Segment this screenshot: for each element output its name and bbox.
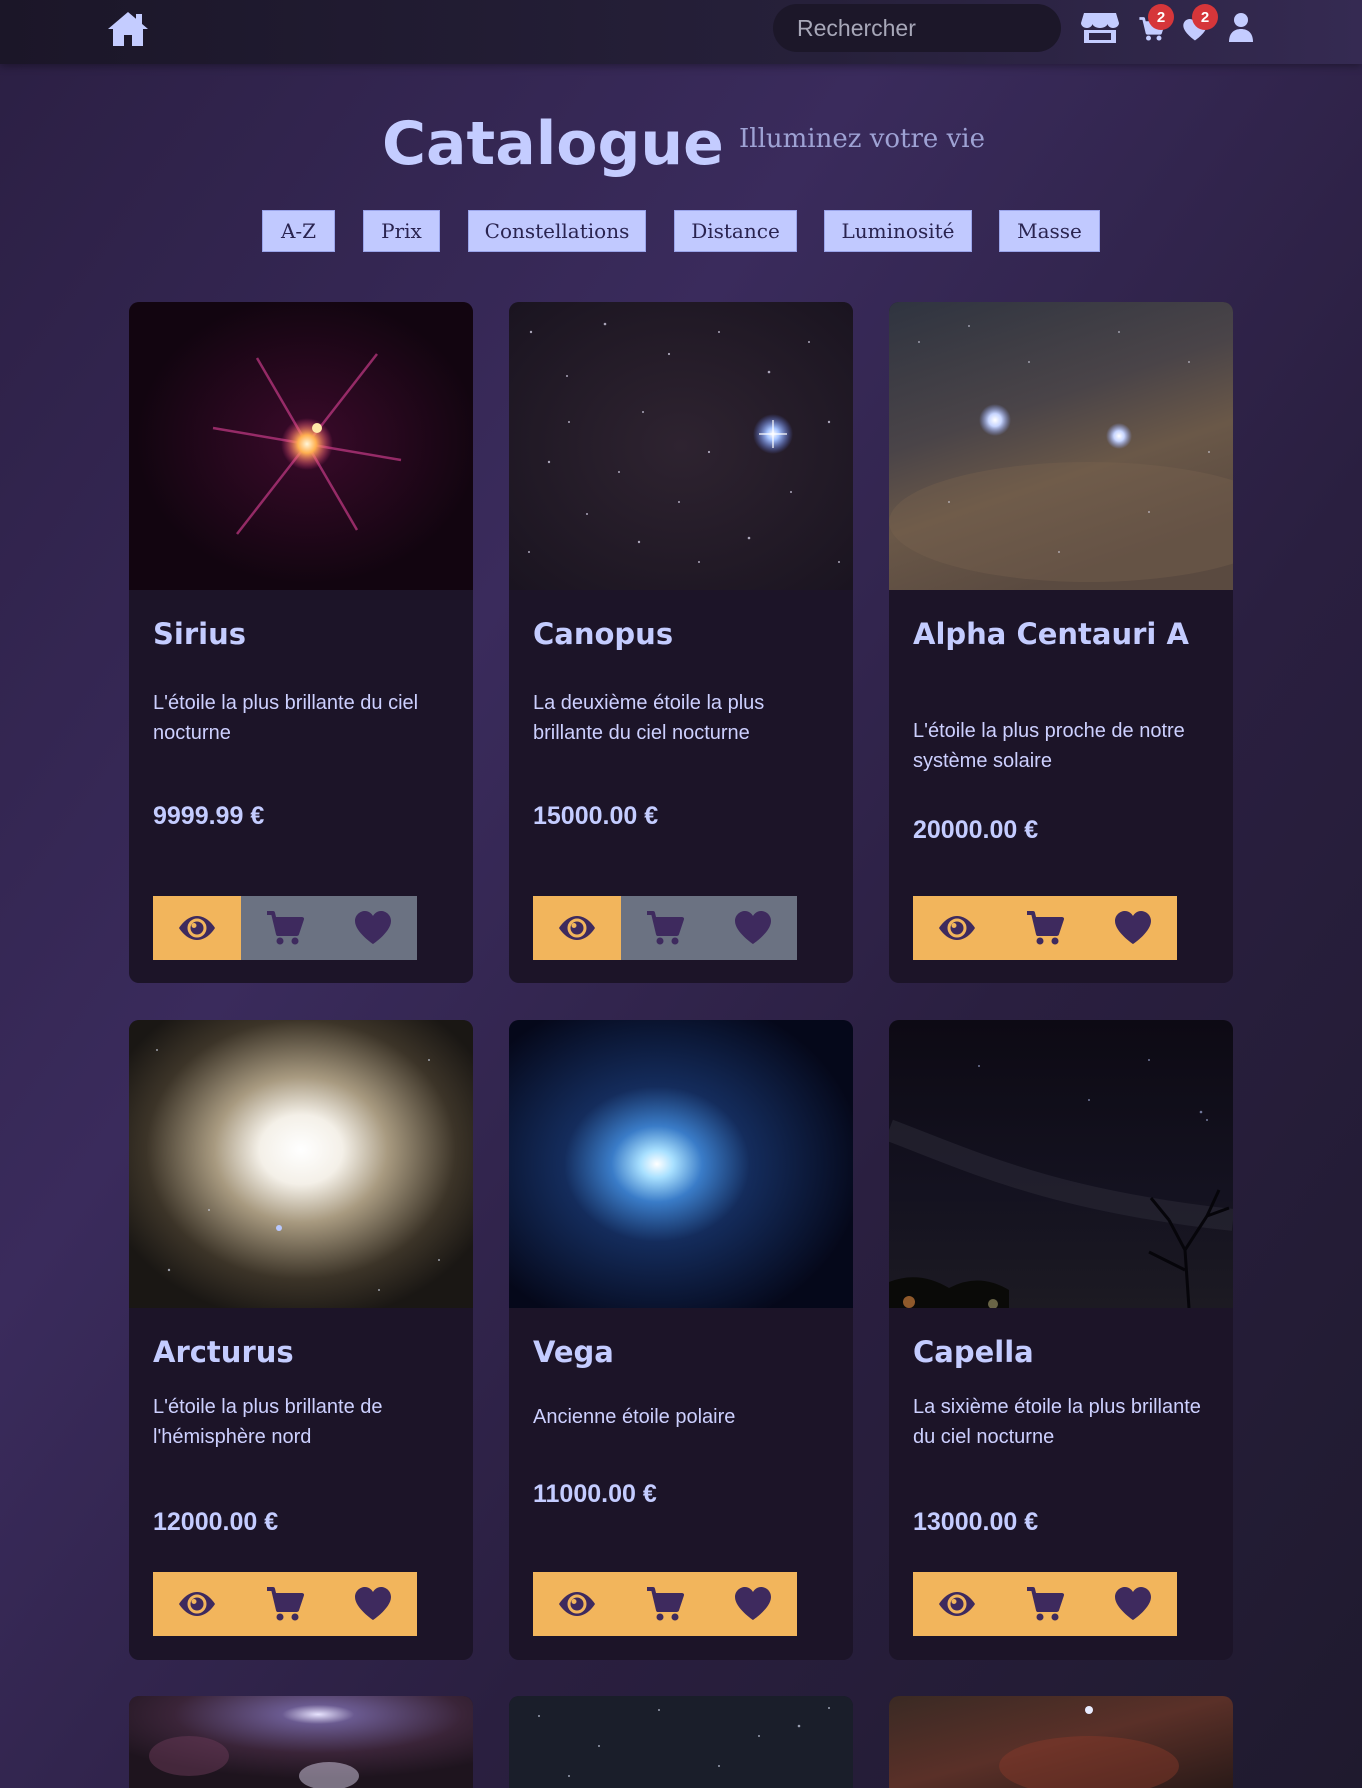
product-image[interactable] xyxy=(129,302,473,590)
eye-icon xyxy=(557,913,597,943)
cart-icon xyxy=(645,910,685,946)
sort-filter-bar: A-Z Prix Constellations Distance Luminos… xyxy=(0,210,1362,252)
product-actions xyxy=(533,896,797,960)
eye-icon xyxy=(557,1589,597,1619)
wishlist-nav-button[interactable]: 2 xyxy=(1180,4,1220,46)
eye-icon xyxy=(177,1589,217,1619)
sort-button-constellations[interactable]: Constellations xyxy=(468,210,646,252)
cart-icon xyxy=(265,910,305,946)
add-to-wishlist-button[interactable] xyxy=(329,1572,417,1636)
cart-icon xyxy=(265,1586,305,1622)
product-card xyxy=(889,1696,1233,1788)
sort-button-distance[interactable]: Distance xyxy=(674,210,797,252)
heart-icon xyxy=(353,1586,393,1622)
product-image[interactable] xyxy=(889,302,1233,590)
product-image[interactable] xyxy=(509,1020,853,1308)
add-to-cart-button[interactable] xyxy=(621,1572,709,1636)
add-to-cart-button[interactable] xyxy=(241,1572,329,1636)
product-name[interactable]: Arcturus xyxy=(153,1332,453,1373)
heart-icon xyxy=(1113,1586,1153,1622)
heart-icon xyxy=(733,910,773,946)
product-image[interactable] xyxy=(129,1020,473,1308)
cart-icon xyxy=(1025,910,1065,946)
cart-icon xyxy=(645,1586,685,1622)
page-subtitle: Illuminez votre vie xyxy=(739,124,985,154)
product-description: La deuxième étoile la plus brillante du … xyxy=(533,692,765,744)
product-actions xyxy=(533,1572,797,1636)
search-input[interactable] xyxy=(773,4,1061,52)
product-actions xyxy=(913,896,1177,960)
cart-count-badge: 2 xyxy=(1148,4,1174,30)
add-to-wishlist-button[interactable] xyxy=(709,896,797,960)
view-button[interactable] xyxy=(153,896,241,960)
product-card: Arcturus L'étoile la plus brillante de l… xyxy=(129,1020,473,1660)
cart-icon xyxy=(1025,1586,1065,1622)
add-to-cart-button[interactable] xyxy=(1001,896,1089,960)
add-to-cart-button[interactable] xyxy=(241,896,329,960)
product-card: Canopus La deuxième étoile la plus brill… xyxy=(509,302,853,983)
heart-icon xyxy=(1113,910,1153,946)
product-card xyxy=(509,1696,853,1788)
user-icon[interactable] xyxy=(1228,12,1254,42)
product-name[interactable]: Alpha Centauri A xyxy=(913,614,1213,655)
product-description: La sixième étoile la plus brillante du c… xyxy=(913,1396,1201,1448)
product-image[interactable] xyxy=(509,302,853,590)
add-to-wishlist-button[interactable] xyxy=(1089,896,1177,960)
eye-icon xyxy=(937,1589,977,1619)
product-image[interactable] xyxy=(889,1020,1233,1308)
page-title: Catalogue xyxy=(382,109,724,179)
product-actions xyxy=(153,1572,417,1636)
store-icon[interactable] xyxy=(1080,11,1120,45)
product-description: L'étoile la plus brillante de l'hémisphè… xyxy=(153,1396,383,1448)
add-to-wishlist-button[interactable] xyxy=(329,896,417,960)
add-to-cart-button[interactable] xyxy=(1001,1572,1089,1636)
product-card: Vega Ancienne étoile polaire 11000.00 € xyxy=(509,1020,853,1660)
product-actions xyxy=(913,1572,1177,1636)
heart-icon xyxy=(733,1586,773,1622)
product-image[interactable] xyxy=(129,1696,473,1788)
add-to-wishlist-button[interactable] xyxy=(709,1572,797,1636)
product-card: Sirius L'étoile la plus brillante du cie… xyxy=(129,302,473,983)
product-card: Alpha Centauri A L'étoile la plus proche… xyxy=(889,302,1233,983)
product-description: L'étoile la plus proche de notre système… xyxy=(913,720,1185,772)
product-description: Ancienne étoile polaire xyxy=(533,1406,736,1428)
product-price: 13000.00 € xyxy=(913,1508,1039,1536)
add-to-cart-button[interactable] xyxy=(621,896,709,960)
sort-button-price[interactable]: Prix xyxy=(363,210,440,252)
view-button[interactable] xyxy=(533,1572,621,1636)
view-button[interactable] xyxy=(533,896,621,960)
product-actions xyxy=(153,896,417,960)
product-description: L'étoile la plus brillante du ciel noctu… xyxy=(153,692,419,744)
product-price: 11000.00 € xyxy=(533,1480,657,1508)
sort-button-mass[interactable]: Masse xyxy=(999,210,1100,252)
top-navbar: 2 2 xyxy=(0,0,1362,64)
product-name[interactable]: Sirius xyxy=(153,614,453,655)
cart-nav-button[interactable]: 2 xyxy=(1136,4,1176,46)
sort-button-luminosity[interactable]: Luminosité xyxy=(824,210,972,252)
eye-icon xyxy=(177,913,217,943)
product-name[interactable]: Canopus xyxy=(533,614,833,655)
view-button[interactable] xyxy=(913,896,1001,960)
product-image[interactable] xyxy=(889,1696,1233,1788)
product-card: Capella La sixième étoile la plus brilla… xyxy=(889,1020,1233,1660)
home-icon[interactable] xyxy=(107,10,149,48)
heart-icon xyxy=(353,910,393,946)
view-button[interactable] xyxy=(913,1572,1001,1636)
product-price: 20000.00 € xyxy=(913,816,1039,844)
product-price: 15000.00 € xyxy=(533,802,659,830)
sort-button-az[interactable]: A-Z xyxy=(262,210,335,252)
add-to-wishlist-button[interactable] xyxy=(1089,1572,1177,1636)
eye-icon xyxy=(937,913,977,943)
product-name[interactable]: Capella xyxy=(913,1332,1213,1373)
product-card xyxy=(129,1696,473,1788)
product-name[interactable]: Vega xyxy=(533,1332,833,1373)
view-button[interactable] xyxy=(153,1572,241,1636)
product-price: 12000.00 € xyxy=(153,1508,279,1536)
product-price: 9999.99 € xyxy=(153,802,265,830)
wishlist-count-badge: 2 xyxy=(1192,4,1218,30)
product-image[interactable] xyxy=(509,1696,853,1788)
